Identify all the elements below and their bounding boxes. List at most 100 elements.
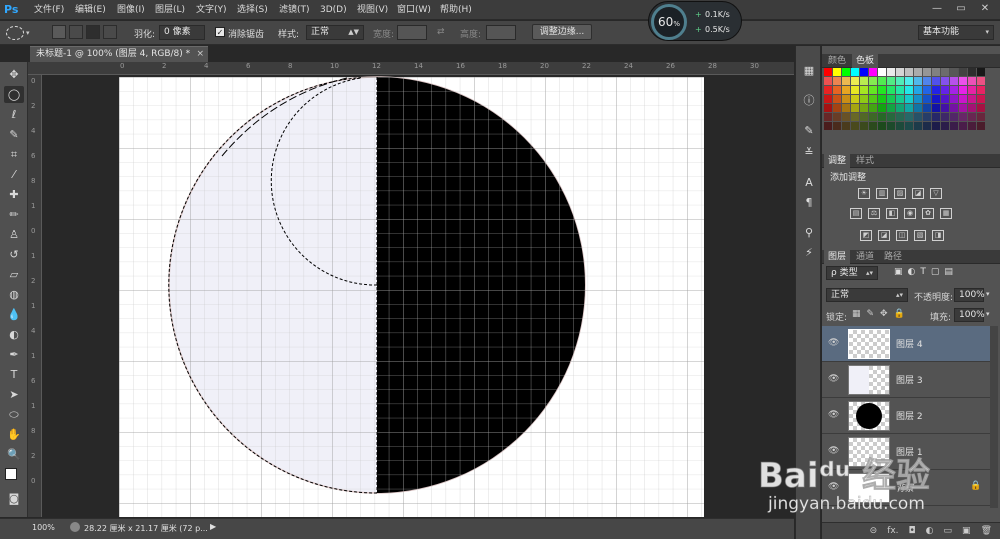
visibility-eye-icon[interactable]: 👁 [828,338,840,348]
swatch[interactable] [977,122,985,130]
visibility-eye-icon[interactable]: 👁 [828,410,840,420]
subtract-selection-icon[interactable] [86,25,100,39]
swatch[interactable] [923,95,931,103]
swatch[interactable] [842,122,850,130]
swatch[interactable] [860,77,868,85]
swatch[interactable] [968,77,976,85]
color-lookup-icon[interactable]: ▦ [940,208,952,219]
swatch[interactable] [860,86,868,94]
invert-icon[interactable]: ◩ [860,230,872,241]
swatch[interactable] [896,113,904,121]
black-white-icon[interactable]: ◧ [886,208,898,219]
brightness-icon[interactable]: ☀ [858,188,870,199]
swatch[interactable] [860,122,868,130]
swatch[interactable] [833,68,841,76]
swatch[interactable] [968,68,976,76]
type-tool-icon[interactable]: T [4,366,24,383]
crop-tool-icon[interactable]: ⌗ [4,146,24,163]
swatch[interactable] [851,104,859,112]
tab-channels[interactable]: 通道 [852,250,878,264]
vibrance-icon[interactable]: ▽ [930,188,942,199]
swatch[interactable] [824,95,832,103]
swatch[interactable] [887,113,895,121]
swatch[interactable] [842,86,850,94]
eraser-tool-icon[interactable]: ▱ [4,266,24,283]
workspace-select[interactable]: 基本功能 ▾ [918,25,994,40]
swatch[interactable] [959,77,967,85]
swatch[interactable] [932,104,940,112]
move-tool-icon[interactable]: ✥ [4,66,24,83]
ellipse-shape-tool-icon[interactable]: ⬭ [4,406,24,423]
swatch[interactable] [923,86,931,94]
swatch[interactable] [923,104,931,112]
history-panel-icon[interactable]: ▦ [799,62,819,80]
layer-style-icon[interactable]: fx. [887,523,898,539]
swatch[interactable] [950,86,958,94]
selective-color-icon[interactable]: ◨ [932,230,944,241]
swatch[interactable] [959,68,967,76]
character-panel-icon[interactable]: A [799,174,819,192]
channel-mixer-icon[interactable]: ✿ [922,208,934,219]
swatch[interactable] [950,68,958,76]
swatch[interactable] [869,122,877,130]
swatch[interactable] [878,113,886,121]
swatch[interactable] [977,113,985,121]
swatch[interactable] [860,95,868,103]
brush-presets-panel-icon[interactable]: ✎ [799,122,819,140]
new-group-icon[interactable]: ▭ [944,523,953,539]
swatch[interactable] [959,95,967,103]
swatch[interactable] [977,95,985,103]
swatch[interactable] [932,68,940,76]
posterize-icon[interactable]: ◪ [878,230,890,241]
swatch[interactable] [851,86,859,94]
tab-styles[interactable]: 样式 [852,154,878,168]
tool-preset-arrow-icon[interactable]: ▾ [26,29,30,37]
swatch[interactable] [914,122,922,130]
swatch[interactable] [968,113,976,121]
swatch[interactable] [842,68,850,76]
document-info[interactable]: 28.22 厘米 x 21.17 厘米 (72 p... [84,523,208,534]
swatch[interactable] [977,77,985,85]
layer-filter-icons[interactable]: ▣◐T▢▤ [894,267,958,277]
threshold-icon[interactable]: ◫ [896,230,908,241]
swatch[interactable] [923,77,931,85]
swatch[interactable] [878,104,886,112]
swatch[interactable] [824,113,832,121]
swatch[interactable] [896,122,904,130]
swatch[interactable] [914,95,922,103]
swatch[interactable] [923,113,931,121]
swatch[interactable] [851,113,859,121]
zoom-tool-icon[interactable]: 🔍 [4,446,24,463]
opacity-input[interactable]: 100% [954,288,985,302]
swatch[interactable] [824,68,832,76]
swatch[interactable] [878,122,886,130]
style-select[interactable]: 正常 ▲▼ [306,25,364,40]
tab-color[interactable]: 颜色 [824,54,850,68]
swatch[interactable] [941,68,949,76]
swatch[interactable] [923,68,931,76]
swatch[interactable] [842,104,850,112]
swatch[interactable] [977,86,985,94]
swatch[interactable] [824,104,832,112]
swatch[interactable] [878,68,886,76]
close-button[interactable]: ✕ [974,0,996,18]
ellipse-marquee-icon[interactable] [6,26,24,40]
antialias-checkbox[interactable]: ✓ [215,27,225,37]
swatch[interactable] [905,104,913,112]
fill-input[interactable]: 100% [954,308,985,322]
swatch[interactable] [869,95,877,103]
swatch[interactable] [833,122,841,130]
swatch[interactable] [950,95,958,103]
add-selection-icon[interactable] [69,25,83,39]
swatch[interactable] [968,122,976,130]
quick-selection-tool-icon[interactable]: ✎ [4,126,24,143]
lock-icons[interactable]: ▦✎✥🔒 [852,309,911,319]
swatch[interactable] [896,68,904,76]
swatch[interactable] [869,86,877,94]
swatch[interactable] [824,86,832,94]
exposure-icon[interactable]: ◪ [912,188,924,199]
workspace[interactable] [42,76,794,517]
status-info-icon[interactable] [70,522,80,532]
swatch[interactable] [959,122,967,130]
swatch[interactable] [869,77,877,85]
